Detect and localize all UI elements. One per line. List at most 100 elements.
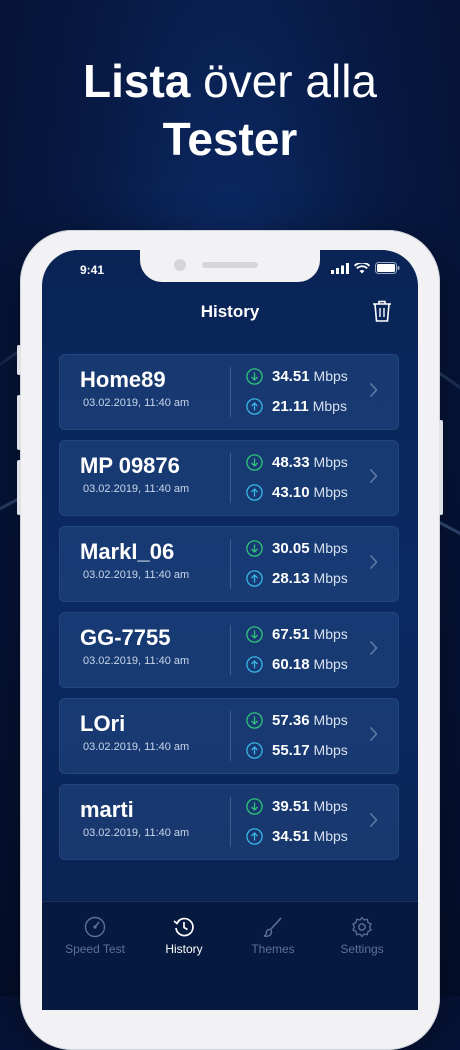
network-name: MP 09876 bbox=[80, 453, 180, 478]
tab-speed-test[interactable]: Speed Test bbox=[55, 916, 135, 956]
headline: Lista över alla Tester bbox=[0, 52, 460, 168]
download-arrow-icon bbox=[246, 454, 263, 471]
card-divider bbox=[230, 797, 231, 847]
card-divider bbox=[230, 367, 231, 417]
network-name: GG-7755 bbox=[80, 625, 171, 650]
status-icons bbox=[331, 262, 400, 274]
test-date: 03.02.2019, 11:40 am bbox=[83, 827, 190, 839]
delete-button[interactable] bbox=[372, 300, 392, 327]
download-unit: Mbps bbox=[313, 540, 348, 556]
speedometer-icon bbox=[84, 916, 106, 938]
chevron-right-icon bbox=[369, 554, 378, 570]
test-date: 03.02.2019, 11:40 am bbox=[83, 569, 190, 581]
download-speed: 39.51 bbox=[272, 798, 310, 815]
phone-side-button bbox=[17, 460, 21, 515]
headline-bold: Lista bbox=[82, 55, 191, 107]
download-unit: Mbps bbox=[313, 454, 348, 470]
history-card[interactable]: MarkI_06 03.02.2019, 11:40 am 30.05 Mbps … bbox=[59, 526, 399, 602]
upload-row: 21.11 Mbps bbox=[246, 398, 347, 415]
card-divider bbox=[230, 711, 231, 761]
speaker bbox=[202, 262, 258, 268]
download-unit: Mbps bbox=[313, 712, 348, 728]
download-unit: Mbps bbox=[313, 626, 348, 642]
download-arrow-icon bbox=[246, 798, 263, 815]
network-name: LOri bbox=[80, 711, 126, 736]
download-row: 48.33 Mbps bbox=[246, 454, 348, 471]
tab-label: History bbox=[165, 942, 203, 956]
upload-unit: Mbps bbox=[313, 656, 348, 672]
upload-speed: 34.51 bbox=[272, 828, 310, 845]
upload-arrow-icon bbox=[246, 828, 263, 845]
upload-row: 43.10 Mbps bbox=[246, 484, 348, 501]
upload-unit: Mbps bbox=[313, 484, 348, 500]
download-speed: 30.05 bbox=[272, 540, 310, 557]
battery-icon bbox=[375, 262, 400, 274]
tab-label: Speed Test bbox=[65, 942, 125, 956]
upload-row: 28.13 Mbps bbox=[246, 570, 348, 587]
tab-bar: Speed Test History Themes Settings bbox=[42, 901, 418, 1010]
upload-unit: Mbps bbox=[313, 828, 348, 844]
test-date: 03.02.2019, 11:40 am bbox=[83, 397, 190, 409]
brush-icon bbox=[263, 917, 282, 937]
download-unit: Mbps bbox=[313, 798, 348, 814]
upload-row: 60.18 Mbps bbox=[246, 656, 348, 673]
tab-label: Settings bbox=[340, 942, 384, 956]
history-list: Home89 03.02.2019, 11:40 am 34.51 Mbps 21… bbox=[59, 354, 399, 870]
tab-history[interactable]: History bbox=[144, 916, 224, 956]
history-card[interactable]: marti 03.02.2019, 11:40 am 39.51 Mbps 34.… bbox=[59, 784, 399, 860]
network-name: Home89 bbox=[80, 367, 166, 392]
download-row: 57.36 Mbps bbox=[246, 712, 348, 729]
upload-speed: 28.13 bbox=[272, 570, 310, 587]
upload-arrow-icon bbox=[246, 484, 263, 501]
tab-themes[interactable]: Themes bbox=[233, 916, 313, 956]
download-speed: 57.36 bbox=[272, 712, 310, 729]
headline-line2: Tester bbox=[162, 113, 298, 165]
download-row: 67.51 Mbps bbox=[246, 626, 348, 643]
test-date: 03.02.2019, 11:40 am bbox=[83, 741, 190, 753]
chevron-right-icon bbox=[369, 640, 378, 656]
gear-icon bbox=[352, 916, 372, 938]
upload-arrow-icon bbox=[246, 570, 263, 587]
card-divider bbox=[230, 539, 231, 589]
history-card[interactable]: LOri 03.02.2019, 11:40 am 57.36 Mbps 55.1… bbox=[59, 698, 399, 774]
history-card[interactable]: GG-7755 03.02.2019, 11:40 am 67.51 Mbps 6… bbox=[59, 612, 399, 688]
upload-row: 34.51 Mbps bbox=[246, 828, 348, 845]
wifi-icon bbox=[354, 263, 370, 274]
phone-side-button bbox=[17, 395, 21, 450]
history-card[interactable]: Home89 03.02.2019, 11:40 am 34.51 Mbps 21… bbox=[59, 354, 399, 430]
download-row: 34.51 Mbps bbox=[246, 368, 348, 385]
download-arrow-icon bbox=[246, 368, 263, 385]
upload-arrow-icon bbox=[246, 742, 263, 759]
history-icon bbox=[173, 917, 194, 937]
upload-speed: 43.10 bbox=[272, 484, 310, 501]
headline-rest: över alla bbox=[190, 55, 378, 107]
download-row: 30.05 Mbps bbox=[246, 540, 348, 557]
upload-arrow-icon bbox=[246, 398, 263, 415]
notch bbox=[140, 250, 320, 282]
download-arrow-icon bbox=[246, 626, 263, 643]
page-title: History bbox=[200, 302, 260, 321]
download-unit: Mbps bbox=[313, 368, 348, 384]
download-row: 39.51 Mbps bbox=[246, 798, 348, 815]
phone-side-button bbox=[17, 345, 21, 375]
test-date: 03.02.2019, 11:40 am bbox=[83, 655, 190, 667]
card-divider bbox=[230, 453, 231, 503]
camera bbox=[174, 259, 186, 271]
upload-speed: 55.17 bbox=[272, 742, 310, 759]
chevron-right-icon bbox=[369, 468, 378, 484]
upload-unit: Mbps bbox=[313, 742, 348, 758]
tab-settings[interactable]: Settings bbox=[322, 916, 402, 956]
download-speed: 48.33 bbox=[272, 454, 310, 471]
chevron-right-icon bbox=[369, 726, 378, 742]
network-name: MarkI_06 bbox=[80, 539, 175, 564]
phone-side-button bbox=[439, 420, 443, 515]
history-card[interactable]: MP 09876 03.02.2019, 11:40 am 48.33 Mbps … bbox=[59, 440, 399, 516]
upload-unit: Mbps bbox=[312, 398, 347, 414]
test-date: 03.02.2019, 11:40 am bbox=[83, 483, 190, 495]
trash-icon bbox=[373, 300, 391, 322]
download-arrow-icon bbox=[246, 540, 263, 557]
upload-unit: Mbps bbox=[313, 570, 348, 586]
download-speed: 34.51 bbox=[272, 368, 310, 385]
download-speed: 67.51 bbox=[272, 626, 310, 643]
tab-label: Themes bbox=[251, 942, 295, 956]
